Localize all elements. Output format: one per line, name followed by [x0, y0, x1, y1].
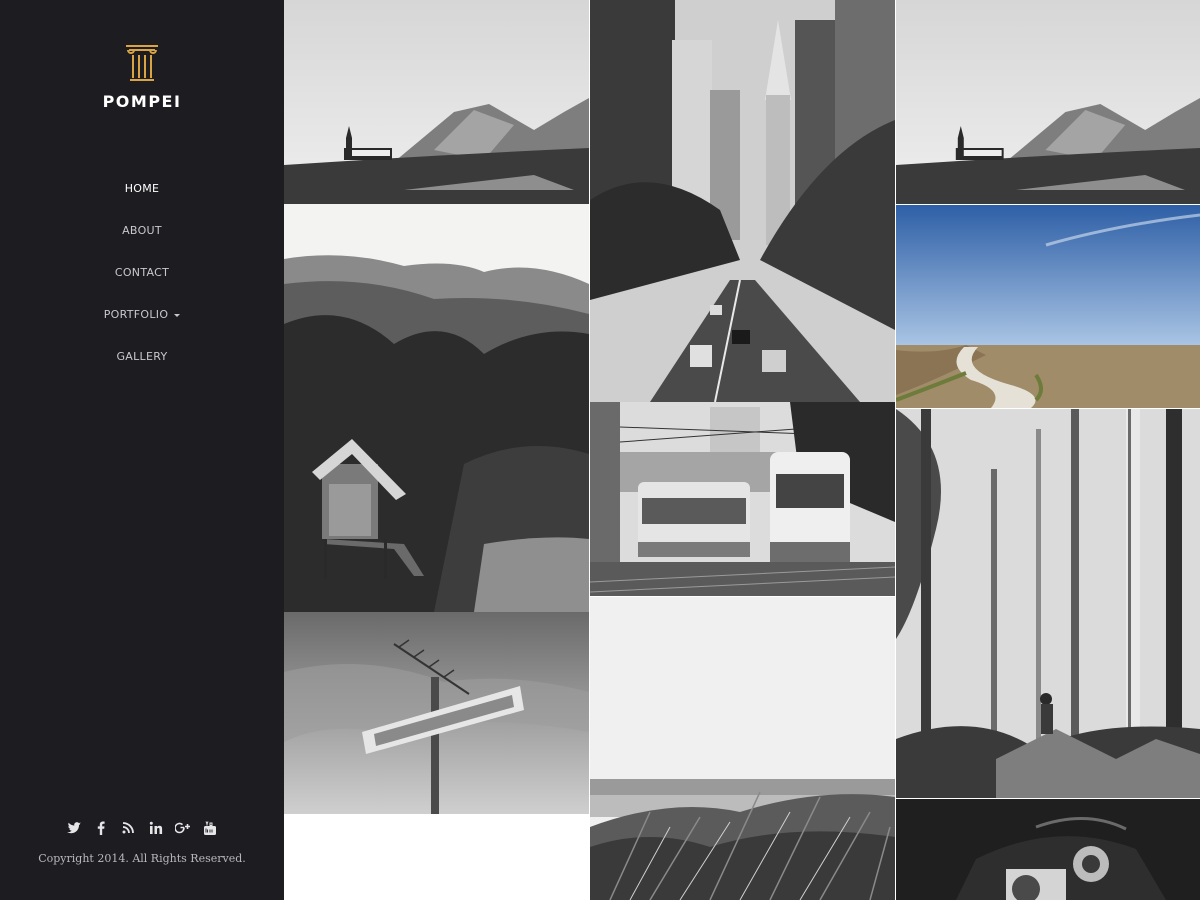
nav-item-contact[interactable]: CONTACT — [0, 260, 284, 302]
google-plus-icon[interactable] — [172, 820, 194, 838]
nav-item-home[interactable]: HOME — [0, 176, 284, 218]
gallery-image-shed-forest[interactable] — [284, 204, 589, 612]
gallery-image-motel-sign[interactable] — [284, 612, 589, 814]
gallery-image-city-street[interactable] — [590, 0, 895, 402]
brand-name: POMPEI — [102, 92, 182, 111]
social-links — [0, 818, 284, 838]
twitter-icon[interactable] — [63, 820, 85, 838]
copyright-text: Copyright 2014. All Rights Reserved. — [38, 852, 246, 865]
facebook-icon[interactable] — [90, 820, 112, 838]
gallery-image-church-mountain[interactable] — [284, 0, 589, 204]
nav-item-about[interactable]: ABOUT — [0, 218, 284, 260]
gallery-image-camera-closeup[interactable] — [896, 799, 1200, 900]
youtube-icon[interactable] — [199, 820, 221, 838]
nav-item-label: CONTACT — [114, 266, 170, 279]
gallery-grid — [284, 0, 1200, 900]
gallery-image-field-road[interactable] — [896, 205, 1200, 408]
gallery-image-church-mountain-2[interactable] — [896, 0, 1200, 204]
caret-down-icon — [174, 313, 181, 317]
nav-item-label: PORTFOLIO — [103, 308, 169, 321]
nav-item-portfolio[interactable]: PORTFOLIO — [0, 302, 284, 344]
nav-item-gallery[interactable]: GALLERY — [0, 344, 284, 386]
nav-item-label: ABOUT — [122, 224, 162, 237]
gallery-image-beach-grass[interactable] — [590, 597, 895, 900]
main-nav: HOME ABOUT CONTACT PORTFOLIO GALLERY — [0, 176, 284, 386]
column-icon — [126, 45, 158, 81]
gallery-image-misty-forest[interactable] — [896, 409, 1200, 798]
nav-item-label: GALLERY — [116, 350, 168, 363]
rss-icon[interactable] — [117, 820, 139, 838]
linkedin-icon[interactable] — [145, 820, 167, 838]
sidebar: POMPEI HOME ABOUT CONTACT PORTFOLIO GALL… — [0, 0, 284, 900]
logo[interactable]: POMPEI — [0, 42, 284, 111]
gallery-image-tram-street[interactable] — [590, 402, 895, 596]
nav-item-label: HOME — [124, 182, 160, 195]
